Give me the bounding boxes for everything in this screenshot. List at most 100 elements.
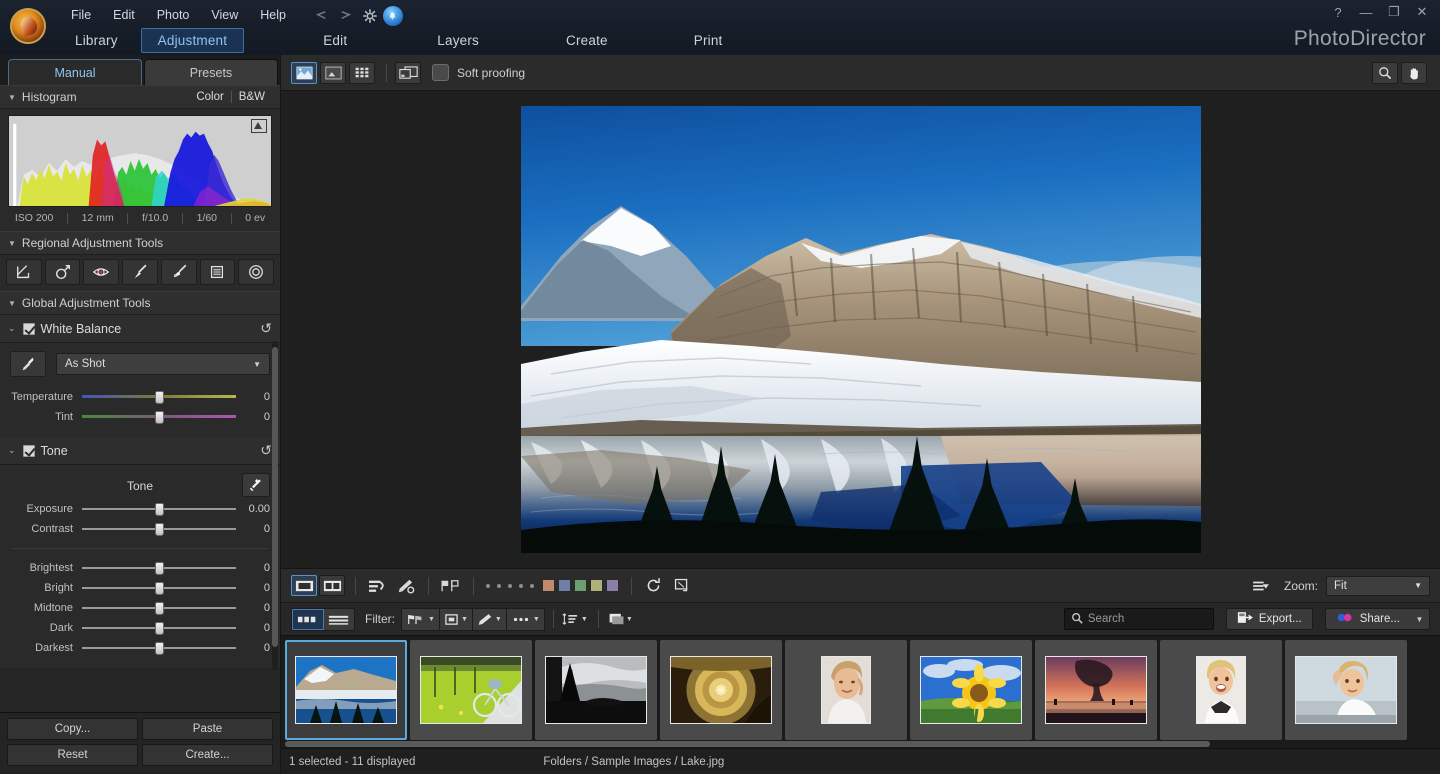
slider-knob[interactable] [155,582,164,595]
slider-track[interactable] [82,390,236,404]
tab-presets[interactable]: Presets [144,59,278,85]
color-swatch[interactable] [590,579,603,592]
menu-photo[interactable]: Photo [146,5,201,25]
mode-tab-print[interactable]: Print [677,28,740,53]
rating-filter-icon[interactable]: ▼ [439,608,473,630]
slider-knob[interactable] [155,602,164,615]
slider-exposure[interactable]: Exposure 0.00 [10,499,270,519]
magic-wand-icon[interactable] [242,473,270,497]
menu-help[interactable]: Help [249,5,297,25]
color-swatch[interactable] [558,579,571,592]
filmstrip[interactable] [281,635,1440,740]
mode-tab-library[interactable]: Library [58,28,135,53]
paste-button[interactable]: Paste [142,718,273,740]
global-section-header[interactable]: ▼ Global Adjustment Tools [0,291,280,315]
restore-icon[interactable]: ❐ [1386,4,1402,20]
color-swatch[interactable] [542,579,555,592]
redo-arrow-icon[interactable] [335,6,357,26]
slider-track[interactable] [82,601,236,615]
tab-manual[interactable]: Manual [8,59,142,85]
share-button[interactable]: Share... [1324,608,1410,630]
list-rows-icon[interactable] [324,608,354,630]
menu-file[interactable]: File [60,5,102,25]
slider-knob[interactable] [155,642,164,655]
slider-knob[interactable] [155,622,164,635]
search-input[interactable] [1087,613,1242,625]
list-item[interactable] [910,640,1032,740]
hand-icon[interactable] [1401,61,1427,84]
tag-filter-icon[interactable]: ▼ [472,608,507,630]
rating-dot[interactable] [508,583,512,588]
reset-button[interactable]: Reset [7,744,138,766]
slider-track[interactable] [82,561,236,575]
list-item[interactable] [535,640,657,740]
scrollbar-thumb[interactable] [272,347,278,647]
reset-white-balance-icon[interactable]: ↺ [260,320,272,337]
sort-icon[interactable] [364,575,390,596]
tag-pencil-icon[interactable] [392,575,418,596]
slider-temperature[interactable]: Temperature 0 [10,387,270,407]
list-item[interactable] [285,640,407,740]
grid-view-icon[interactable] [349,61,375,84]
histogram-section-header[interactable]: ▼ Histogram Color B&W [0,85,280,109]
photo-canvas[interactable] [281,91,1440,568]
slider-darkest[interactable]: Darkest 0 [10,638,270,658]
slider-knob[interactable] [155,391,164,404]
white-balance-header[interactable]: ⌄ White Balance ↺ [0,315,280,343]
red-eye-icon[interactable] [83,259,120,285]
reset-tone-icon[interactable]: ↺ [260,442,272,459]
slider-track[interactable] [82,522,236,536]
slider-track[interactable] [82,502,236,516]
viewer-fill-icon[interactable] [291,575,317,596]
slider-midtone[interactable]: Midtone 0 [10,598,270,618]
tone-checkbox[interactable] [22,444,35,457]
slider-track[interactable] [82,410,236,424]
mode-tab-adjustment[interactable]: Adjustment [140,28,245,53]
filmstrip-scrollbar[interactable] [281,740,1440,748]
single-view-icon[interactable] [291,61,317,84]
close-icon[interactable]: ✕ [1414,4,1430,20]
crop-icon[interactable] [668,575,694,596]
magnifier-icon[interactable] [1372,61,1398,84]
flag-pick-icon[interactable] [437,575,463,596]
list-item[interactable] [785,640,907,740]
slider-knob[interactable] [155,562,164,575]
white-balance-checkbox[interactable] [22,322,35,335]
slider-track[interactable] [82,641,236,655]
sort-order-icon[interactable]: ▼ [562,609,588,630]
rating-dots[interactable] [482,583,538,588]
undo-arrow-icon[interactable] [311,6,333,26]
gradient-rect-icon[interactable] [199,259,236,285]
scrollbar-thumb[interactable] [285,741,1210,747]
create-button[interactable]: Create... [142,744,273,766]
list-item[interactable] [1285,640,1407,740]
slider-knob[interactable] [155,411,164,424]
white-balance-preset-select[interactable]: As Shot ▼ [56,353,270,375]
bell-icon[interactable] [382,6,403,26]
histogram-color-toggle[interactable]: Color [189,91,230,103]
more-filter-icon[interactable]: ▼ [506,608,544,630]
slider-knob[interactable] [155,523,164,536]
eyedropper-icon[interactable] [10,351,46,377]
zoom-select[interactable]: Fit ▼ [1326,575,1430,596]
clipping-warning-icon[interactable] [251,119,267,133]
export-button[interactable]: Export... [1225,608,1313,630]
slider-bright[interactable]: Bright 0 [10,578,270,598]
viewer-split-icon[interactable] [319,575,345,596]
brush-icon[interactable] [122,259,158,285]
slider-knob[interactable] [155,503,164,516]
thumb-strip-icon[interactable] [292,608,324,630]
slider-track[interactable] [82,621,236,635]
list-item[interactable] [410,640,532,740]
gear-icon[interactable] [359,6,381,26]
menu-edit[interactable]: Edit [102,5,146,25]
mode-tab-edit[interactable]: Edit [306,28,364,53]
share-dropdown-arrow[interactable]: ▼ [1410,608,1430,630]
list-options-icon[interactable] [1248,575,1274,596]
before-after-icon[interactable] [395,61,421,84]
rating-dot[interactable] [530,583,534,588]
gradient-mask-icon[interactable] [6,259,42,285]
color-swatch[interactable] [574,579,587,592]
copy-button[interactable]: Copy... [7,718,138,740]
color-swatch[interactable] [606,579,619,592]
